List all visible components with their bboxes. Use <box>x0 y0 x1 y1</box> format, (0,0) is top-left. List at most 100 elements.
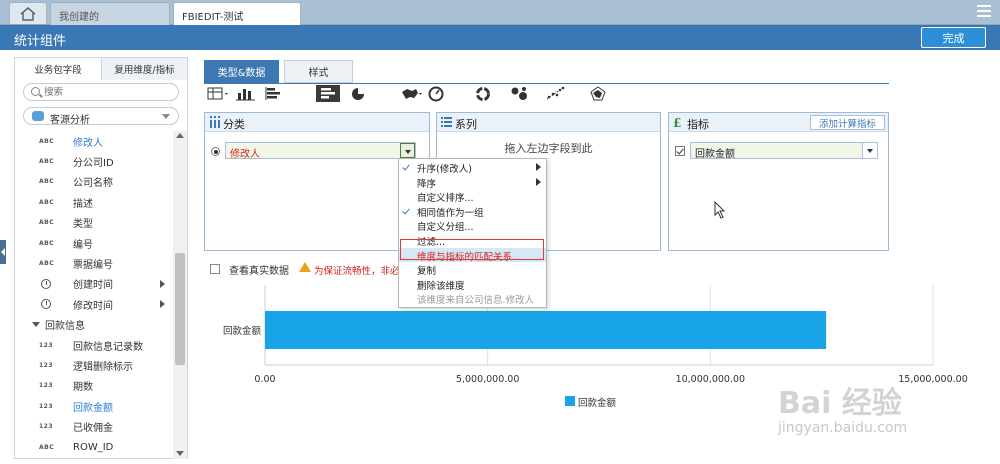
stacked-bar-chart-icon[interactable] <box>316 85 340 102</box>
field-item[interactable]: ABC 描述 <box>15 192 173 212</box>
collapse-left-panel-icon[interactable] <box>0 240 6 264</box>
add-calculated-indicator-button[interactable]: 添加计算指标 <box>810 115 885 130</box>
context-menu-item[interactable]: 降序 <box>399 175 546 190</box>
field-label: 公司名称 <box>73 178 113 190</box>
expand-down-icon[interactable] <box>32 322 40 328</box>
tab-business-fields[interactable]: 业务包字段 <box>15 58 101 80</box>
field-item[interactable]: ABC 分公司ID <box>15 151 173 171</box>
field-item[interactable]: 123 逻辑删除标示 <box>15 355 173 375</box>
view-real-data-checkbox[interactable] <box>210 264 220 274</box>
field-item[interactable]: 123 回款金额 <box>15 396 173 416</box>
text-type-icon: ABC <box>39 198 55 206</box>
y-category-label: 回款金额 <box>223 325 262 337</box>
dimension-select[interactable]: 修改人 <box>225 142 416 160</box>
field-item[interactable]: 123 已收佣金 <box>15 417 173 437</box>
number-type-icon: 123 <box>39 361 54 369</box>
field-item[interactable]: ABC 修改人 <box>15 131 173 151</box>
data-source-select[interactable]: 客源分析 <box>23 107 179 126</box>
column-chart-icon[interactable] <box>234 85 258 102</box>
top-tab-bar: 我创建的 FBIEDIT-测试 <box>0 0 1000 26</box>
context-menu-item[interactable]: 自定义分组... <box>399 218 546 233</box>
search-box[interactable] <box>23 83 179 101</box>
indicator-dropdown-icon[interactable] <box>862 143 877 158</box>
done-button[interactable]: 完成 <box>921 27 986 48</box>
field-label: 已收佣金 <box>73 423 113 435</box>
scroll-thumb[interactable] <box>175 253 185 365</box>
indicator-value: 回款金额 <box>695 149 735 160</box>
indicator-select[interactable]: 回款金额 <box>690 142 878 160</box>
watermark-url: jingyan.baidu.com <box>778 420 908 436</box>
chevron-right-icon[interactable] <box>160 279 165 288</box>
radar-chart-icon[interactable] <box>586 85 610 102</box>
context-menu-label: 自定义分组... <box>417 222 474 233</box>
context-menu-label: 复制 <box>417 266 437 277</box>
home-tab[interactable] <box>9 2 47 24</box>
field-item[interactable]: ABC 票据编号 <box>15 253 173 273</box>
tab-fbiedit-test[interactable]: FBIEDIT-测试 <box>173 2 301 26</box>
x-tick-label: 5,000,000.00 <box>456 374 519 385</box>
pie-chart-icon[interactable] <box>346 85 370 102</box>
scroll-up-icon[interactable] <box>176 133 184 138</box>
clock-icon <box>41 278 51 289</box>
field-item[interactable]: 修改时间 <box>15 294 173 314</box>
gauge-chart-icon[interactable] <box>424 85 448 102</box>
context-menu-item[interactable]: 复制 <box>399 262 546 277</box>
context-menu-item[interactable]: 删除该维度 <box>399 277 546 292</box>
field-label: 回款金额 <box>73 402 113 414</box>
field-item[interactable]: 123 回款信息记录数 <box>15 335 173 355</box>
classification-title: 分类 <box>223 118 245 131</box>
field-group[interactable]: 回款信息 <box>15 315 173 335</box>
bar-chart-icon[interactable] <box>263 85 287 102</box>
indicator-header: £ 指标 添加计算指标 <box>669 113 888 132</box>
legend-swatch <box>565 396 575 406</box>
text-type-icon: ABC <box>39 178 55 186</box>
field-label: 修改人 <box>73 137 103 149</box>
field-item[interactable]: 123 期数 <box>15 376 173 396</box>
text-type-icon: ABC <box>39 157 55 165</box>
bar <box>265 311 827 349</box>
view-real-data-label: 查看真实数据 <box>229 266 289 277</box>
context-menu-item[interactable]: 相同值作为一组 <box>399 204 546 219</box>
number-type-icon: 123 <box>39 423 54 431</box>
context-menu-item[interactable]: 自定义排序... <box>399 189 546 204</box>
bubble-chart-icon[interactable] <box>508 85 532 102</box>
field-label: 票据编号 <box>73 259 113 271</box>
donut-chart-icon[interactable] <box>471 85 495 102</box>
text-type-icon: ABC <box>39 219 55 227</box>
dimension-radio[interactable] <box>211 147 220 156</box>
field-list-scrollbar[interactable] <box>173 131 187 459</box>
warning-icon <box>299 262 311 272</box>
dimension-dropdown-icon[interactable] <box>400 143 415 158</box>
field-item[interactable]: ABC 公司名称 <box>15 172 173 192</box>
field-item[interactable]: ABC 类型 <box>15 213 173 233</box>
tab-type-data[interactable]: 类型&数据 <box>204 60 279 83</box>
field-item[interactable]: ABC 编号 <box>15 233 173 253</box>
series-drop-placeholder: 拖入左边字段到此 <box>504 142 593 155</box>
field-label: 回款信息 <box>45 321 85 333</box>
chevron-right-icon <box>536 163 541 171</box>
menu-icon[interactable] <box>977 5 991 17</box>
tab-reuse-dimensions[interactable]: 复用维度/指标 <box>101 58 187 80</box>
dimension-value: 修改人 <box>230 149 260 160</box>
context-menu-item[interactable]: 升序(修改人) <box>399 160 546 175</box>
map-chart-icon[interactable] <box>399 85 423 102</box>
tab-my-created[interactable]: 我创建的 <box>50 2 170 25</box>
tab-style[interactable]: 样式 <box>284 60 353 83</box>
indicator-panel: £ 指标 添加计算指标 回款金额 <box>668 112 889 251</box>
field-label: 修改时间 <box>73 300 113 312</box>
scroll-down-icon[interactable] <box>176 451 184 456</box>
data-source-label: 客源分析 <box>50 115 90 126</box>
scatter-chart-icon[interactable] <box>544 85 568 102</box>
field-label: 回款信息记录数 <box>73 341 143 353</box>
chevron-right-icon[interactable] <box>160 300 165 309</box>
field-item[interactable]: ABC ROW_ID <box>15 437 173 457</box>
field-item[interactable]: 创建时间 <box>15 274 173 294</box>
field-label: 分公司ID <box>73 157 114 169</box>
classification-header: 分类 <box>205 113 429 132</box>
context-menu-item: 该维度来自公司信息.修改人 <box>399 291 546 306</box>
table-chart-icon[interactable] <box>206 85 230 102</box>
search-input[interactable] <box>44 86 174 99</box>
indicator-checkbox[interactable] <box>675 146 685 156</box>
text-type-icon: ABC <box>39 259 55 267</box>
page-title: 统计组件 <box>14 34 67 49</box>
